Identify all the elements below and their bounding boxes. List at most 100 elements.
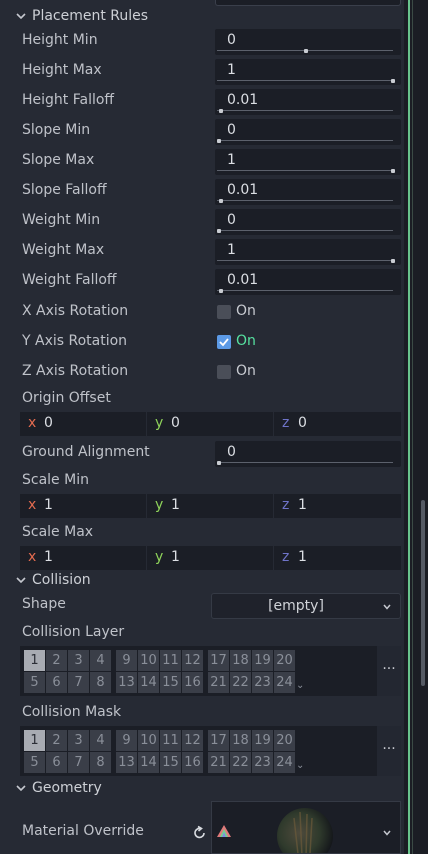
scrollbar-thumb[interactable]	[421, 500, 425, 686]
scale-min-z-field[interactable]: z1	[274, 494, 401, 518]
z-axis-rotation-checkbox[interactable]	[217, 365, 231, 379]
layer-bit-11[interactable]: 11	[160, 730, 181, 751]
layer-bit-5[interactable]: 5	[24, 672, 45, 693]
scale-min-x-value: 1	[44, 497, 53, 513]
origin-x-field[interactable]: x0	[20, 412, 147, 436]
layer-bit-2[interactable]: 2	[46, 650, 67, 671]
layer-bit-7[interactable]: 7	[68, 752, 89, 773]
shape-value: [empty]	[268, 598, 324, 614]
slider-grabber[interactable]	[217, 229, 221, 233]
layer-bit-13[interactable]: 13	[116, 672, 137, 693]
layer-bit-9[interactable]: 9	[116, 730, 137, 751]
scale-max-y-field[interactable]: y1	[147, 546, 274, 570]
layer-bit-22[interactable]: 22	[230, 672, 251, 693]
layer-bit-22[interactable]: 22	[230, 752, 251, 773]
layer-bit-24[interactable]: 24	[274, 752, 295, 773]
layer-bit-16[interactable]: 16	[182, 672, 203, 693]
layer-bit-15[interactable]: 15	[160, 752, 181, 773]
slider-track	[217, 80, 393, 81]
slider-grabber[interactable]	[217, 461, 221, 465]
section-placement-rules[interactable]: Placement Rules	[14, 7, 404, 29]
layer-bit-14[interactable]: 14	[138, 752, 159, 773]
layer-bit-6[interactable]: 6	[46, 752, 67, 773]
property-slider[interactable]: 0	[215, 209, 401, 235]
property-slider[interactable]: 0	[215, 29, 401, 55]
layer-bit-17[interactable]: 17	[208, 730, 229, 751]
slider-grabber[interactable]	[391, 79, 395, 83]
layer-bit-1[interactable]: 1	[24, 650, 45, 671]
layer-bit-2[interactable]: 2	[46, 730, 67, 751]
property-slider[interactable]: 1	[215, 59, 401, 85]
expand-chevron-icon[interactable]: ⌄	[296, 760, 304, 771]
layer-bit-23[interactable]: 23	[252, 672, 273, 693]
revert-icon[interactable]	[192, 825, 208, 841]
layer-bit-17[interactable]: 17	[208, 650, 229, 671]
expand-chevron-icon[interactable]: ⌄	[296, 680, 304, 691]
layer-bit-21[interactable]: 21	[208, 672, 229, 693]
previous-dropdown-edge[interactable]	[215, 0, 401, 6]
layer-bit-8[interactable]: 8	[90, 672, 111, 693]
slider-grabber[interactable]	[391, 259, 395, 263]
layer-bit-7[interactable]: 7	[68, 672, 89, 693]
slider-grabber[interactable]	[219, 289, 223, 293]
ground-alignment-slider[interactable]: 0	[215, 441, 401, 467]
layer-bit-19[interactable]: 19	[252, 730, 273, 751]
collision-layer-menu-button[interactable]: ...	[377, 646, 401, 696]
layer-bit-9[interactable]: 9	[116, 650, 137, 671]
layer-bit-19[interactable]: 19	[252, 650, 273, 671]
origin-offset-vector: x0 y0 z0	[20, 412, 401, 436]
property-slider[interactable]: 0.01	[215, 269, 401, 295]
layer-bit-1[interactable]: 1	[24, 730, 45, 751]
layer-bit-18[interactable]: 18	[230, 650, 251, 671]
property-slider[interactable]: 0.01	[215, 179, 401, 205]
layer-bit-4[interactable]: 4	[90, 650, 111, 671]
property-slider[interactable]: 1	[215, 239, 401, 265]
section-collision[interactable]: Collision	[14, 571, 404, 593]
slider-grabber[interactable]	[391, 169, 395, 173]
layer-bit-8[interactable]: 8	[90, 752, 111, 773]
origin-z-field[interactable]: z0	[274, 412, 401, 436]
layer-bit-3[interactable]: 3	[68, 730, 89, 751]
layer-bit-10[interactable]: 10	[138, 730, 159, 751]
layer-bit-6[interactable]: 6	[46, 672, 67, 693]
collision-layer-label: Collision Layer	[22, 624, 125, 640]
layer-bit-12[interactable]: 12	[182, 650, 203, 671]
property-slider[interactable]: 0	[215, 119, 401, 145]
y-axis-rotation-row: Y Axis Rotation On	[0, 332, 404, 358]
layer-bit-3[interactable]: 3	[68, 650, 89, 671]
layer-bit-23[interactable]: 23	[252, 752, 273, 773]
layer-bit-14[interactable]: 14	[138, 672, 159, 693]
layer-bit-21[interactable]: 21	[208, 752, 229, 773]
origin-y-field[interactable]: y0	[147, 412, 274, 436]
collision-mask-menu-button[interactable]: ...	[377, 726, 401, 776]
shape-dropdown[interactable]: [empty]	[211, 593, 401, 619]
layer-bit-20[interactable]: 20	[274, 650, 295, 671]
layer-bit-11[interactable]: 11	[160, 650, 181, 671]
scale-max-z-field[interactable]: z1	[274, 546, 401, 570]
x-axis-rotation-checkbox[interactable]	[217, 305, 231, 319]
property-slider[interactable]: 0.01	[215, 89, 401, 115]
property-value: 0	[227, 212, 236, 228]
slider-grabber[interactable]	[219, 109, 223, 113]
layer-bit-13[interactable]: 13	[116, 752, 137, 773]
scale-max-x-field[interactable]: x1	[20, 546, 147, 570]
scale-min-x-field[interactable]: x1	[20, 494, 147, 518]
y-axis-rotation-checkbox[interactable]	[217, 335, 231, 349]
layer-bit-16[interactable]: 16	[182, 752, 203, 773]
scale-min-vector: x1 y1 z1	[20, 494, 401, 518]
slider-grabber[interactable]	[304, 49, 308, 53]
layer-bit-15[interactable]: 15	[160, 672, 181, 693]
scale-min-y-field[interactable]: y1	[147, 494, 274, 518]
layer-bit-24[interactable]: 24	[274, 672, 295, 693]
layer-bit-4[interactable]: 4	[90, 730, 111, 751]
layer-bit-12[interactable]: 12	[182, 730, 203, 751]
layer-bit-10[interactable]: 10	[138, 650, 159, 671]
section-geometry[interactable]: Geometry	[14, 779, 404, 801]
layer-bit-20[interactable]: 20	[274, 730, 295, 751]
layer-bit-5[interactable]: 5	[24, 752, 45, 773]
layer-bit-18[interactable]: 18	[230, 730, 251, 751]
slider-grabber[interactable]	[217, 139, 221, 143]
material-preview[interactable]	[211, 801, 401, 854]
property-slider[interactable]: 1	[215, 149, 401, 175]
slider-grabber[interactable]	[219, 199, 223, 203]
